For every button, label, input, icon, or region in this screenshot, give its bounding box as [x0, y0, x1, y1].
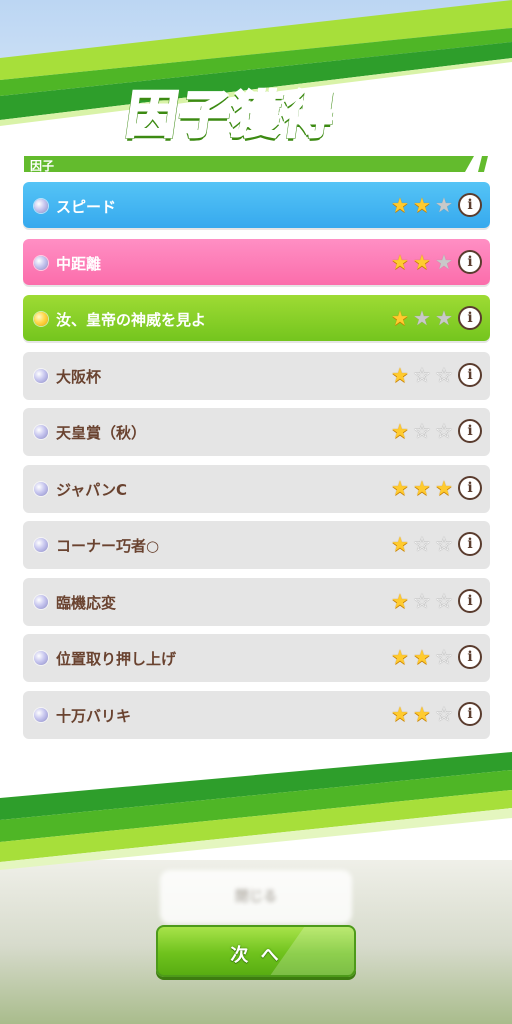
- star-filled-icon: ★: [413, 701, 431, 726]
- factor-row[interactable]: 汝、皇帝の神威を見よ ★ ★ ★ i: [23, 295, 490, 341]
- star-filled-icon: ★: [391, 362, 409, 387]
- star-filled-icon: ★: [391, 193, 409, 217]
- lavender-gem-icon: [34, 707, 48, 722]
- star-filled-icon: ★: [391, 306, 409, 330]
- factor-row[interactable]: 大阪杯 ★ ☆ ☆ i: [23, 351, 490, 398]
- star-rating: ★ ★ ★: [390, 252, 456, 272]
- star-empty-icon: ★: [435, 249, 453, 274]
- star-rating: ★ ☆ ☆: [390, 365, 456, 385]
- info-icon[interactable]: i: [458, 193, 482, 217]
- star-empty-icon: ☆: [435, 588, 453, 613]
- lavender-gem-icon: [34, 255, 48, 270]
- star-empty-icon: ☆: [413, 588, 431, 613]
- background-close-label: 閉じる: [235, 889, 277, 905]
- star-rating: ★ ★ ★: [390, 195, 456, 215]
- info-icon[interactable]: i: [458, 532, 482, 556]
- section-header-bar: [24, 156, 474, 172]
- next-button-label: 次 へ: [230, 945, 282, 966]
- info-icon[interactable]: i: [458, 249, 482, 274]
- info-icon[interactable]: i: [458, 419, 482, 443]
- factor-name: 大阪杯: [56, 367, 102, 386]
- factor-row[interactable]: 臨機応変 ★ ☆ ☆ i: [23, 577, 490, 624]
- star-rating: ★ ★ ★: [390, 478, 456, 498]
- star-empty-icon: ★: [435, 306, 453, 330]
- factor-row[interactable]: 中距離 ★ ★ ★ i: [23, 238, 490, 285]
- section-header-tail: [478, 156, 488, 172]
- star-filled-icon: ★: [435, 475, 453, 500]
- star-filled-icon: ★: [413, 249, 431, 274]
- star-empty-icon: ☆: [413, 532, 431, 556]
- factor-row[interactable]: ジャパンC ★ ★ ★ i: [23, 464, 490, 511]
- star-filled-icon: ★: [391, 475, 409, 500]
- info-icon[interactable]: i: [458, 588, 482, 613]
- star-empty-icon: ☆: [413, 362, 431, 387]
- factor-list: スピード ★ ★ ★ i 中距離 ★ ★ ★ i 汝、皇帝の神威を見よ ★ ★ ★ i 大阪杯 ★ ☆ ☆ i 天皇賞（…: [23, 182, 490, 747]
- star-empty-icon: ☆: [435, 419, 453, 443]
- star-filled-icon: ★: [391, 701, 409, 726]
- star-filled-icon: ★: [391, 249, 409, 274]
- star-empty-icon: ★: [435, 193, 453, 217]
- lavender-gem-icon: [34, 368, 48, 383]
- lavender-gem-icon: [34, 594, 48, 609]
- star-filled-icon: ★: [391, 588, 409, 613]
- factor-row[interactable]: コーナー巧者○ ★ ☆ ☆ i: [23, 521, 490, 567]
- section-header-label: 因子: [30, 159, 55, 173]
- section-header: 因子: [24, 156, 488, 173]
- factor-name: 天皇賞（秋）: [56, 424, 147, 442]
- star-empty-icon: ☆: [435, 645, 453, 669]
- lavender-gem-icon: [34, 651, 48, 665]
- factor-row[interactable]: 天皇賞（秋） ★ ☆ ☆ i: [23, 408, 490, 454]
- factor-name: 臨機応変: [56, 593, 117, 612]
- star-rating: ★ ☆ ☆: [390, 591, 456, 611]
- lavender-gem-icon: [34, 199, 48, 213]
- factor-name: 十万バリキ: [56, 706, 132, 725]
- factor-name: スピード: [56, 198, 117, 216]
- factor-name: 汝、皇帝の神威を見よ: [56, 311, 207, 329]
- factor-name: コーナー巧者○: [56, 537, 160, 555]
- star-filled-icon: ★: [391, 532, 409, 556]
- star-empty-icon: ☆: [413, 419, 431, 443]
- info-icon[interactable]: i: [458, 475, 482, 500]
- factor-name: 中距離: [56, 254, 102, 273]
- star-filled-icon: ★: [413, 193, 431, 217]
- lavender-gem-icon: [34, 425, 48, 439]
- star-filled-icon: ★: [413, 475, 431, 500]
- background-close-button: 閉じる: [160, 870, 352, 924]
- star-empty-icon: ★: [413, 306, 431, 330]
- page-title: 因子獲得: [122, 85, 341, 146]
- info-icon[interactable]: i: [458, 645, 482, 669]
- factor-row[interactable]: 位置取り押し上げ ★ ★ ☆ i: [23, 634, 490, 680]
- info-icon[interactable]: i: [458, 306, 482, 330]
- factor-row[interactable]: 十万バリキ ★ ★ ☆ i: [23, 690, 490, 737]
- lavender-gem-icon: [34, 538, 48, 552]
- lavender-gem-icon: [34, 481, 48, 496]
- gold-gem-icon: [34, 312, 48, 326]
- star-filled-icon: ★: [391, 645, 409, 669]
- star-filled-icon: ★: [413, 645, 431, 669]
- star-empty-icon: ☆: [435, 701, 453, 726]
- info-icon[interactable]: i: [458, 362, 482, 387]
- star-rating: ★ ☆ ☆: [390, 421, 456, 441]
- factor-name: ジャパンC: [56, 480, 128, 499]
- info-icon[interactable]: i: [458, 701, 482, 726]
- star-rating: ★ ☆ ☆: [390, 534, 456, 554]
- factor-row[interactable]: スピード ★ ★ ★ i: [23, 182, 490, 228]
- star-empty-icon: ☆: [435, 362, 453, 387]
- next-button[interactable]: 次 へ: [156, 925, 356, 977]
- factor-name: 位置取り押し上げ: [56, 650, 177, 668]
- star-rating: ★ ★ ☆: [390, 647, 456, 667]
- star-filled-icon: ★: [391, 419, 409, 443]
- star-rating: ★ ★ ★: [390, 308, 456, 328]
- star-rating: ★ ★ ☆: [390, 704, 456, 724]
- star-empty-icon: ☆: [435, 532, 453, 556]
